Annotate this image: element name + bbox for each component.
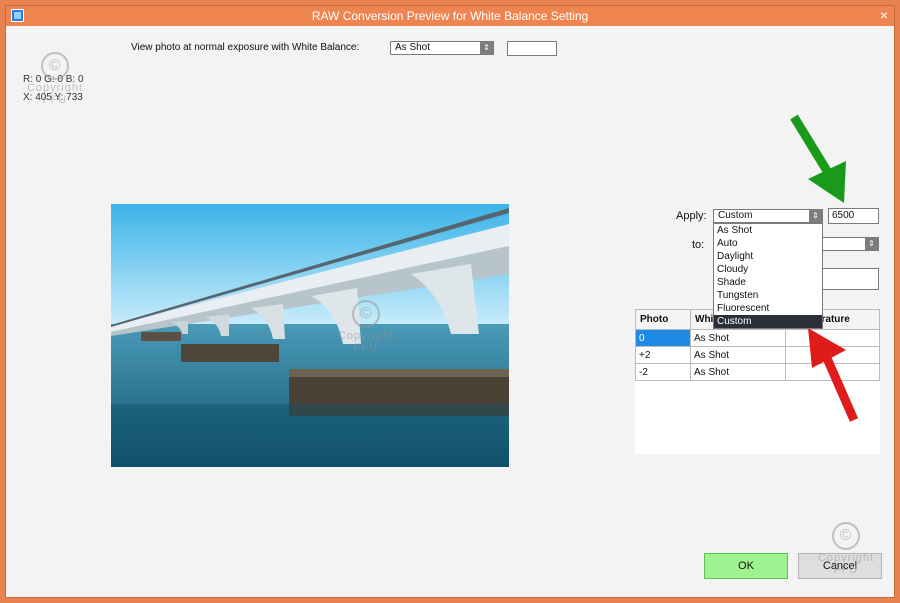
exposure-wb-value: As Shot [395,42,431,53]
copyright-icon: © [352,300,380,328]
watermark-line2: FFU [353,342,379,354]
exposure-temperature-field[interactable] [507,41,557,56]
close-icon[interactable]: × [880,7,888,23]
window-title: RAW Conversion Preview for White Balance… [311,9,589,23]
column-header[interactable]: Photo [635,309,691,330]
watermark-line2: FFU [833,564,859,576]
title-bar: RAW Conversion Preview for White Balance… [6,6,894,26]
table-cell[interactable]: +2 [635,346,691,364]
table-cell[interactable]: As Shot [690,329,786,347]
table-cell[interactable]: 0 [635,329,691,347]
bridge-photo-image [111,204,509,467]
to-label: to: [692,239,705,251]
dropdown-option[interactable]: Cloudy [714,263,822,276]
table-cell[interactable]: As Shot [690,346,786,364]
red-arrow-icon [808,328,859,422]
dropdown-option[interactable]: Tungsten [714,289,822,302]
copyright-icon: © [832,522,860,550]
dropdown-option[interactable]: Shade [714,276,822,289]
apply-wb-value: Custom [718,210,753,221]
watermark-line1: Copyright [337,330,395,342]
dropdown-option[interactable]: Auto [714,237,822,250]
chevron-down-icon[interactable]: ⇕ [865,238,878,250]
watermark-center: © Copyright FFU [326,300,406,354]
copyright-icon: © [41,52,69,80]
watermark: © Copyright FFU [20,52,90,106]
dropdown-option[interactable]: Daylight [714,250,822,263]
chevron-down-icon[interactable]: ⇕ [809,210,822,222]
table-cell[interactable]: -2 [635,363,691,381]
table-cell[interactable]: As Shot [690,363,786,381]
watermark-line1: Copyright [26,82,84,94]
apply-temperature-field[interactable]: 6500 [828,208,879,224]
apply-wb-dropdown: As Shot Auto Daylight Cloudy Shade Tungs… [713,223,823,329]
watermark-line1: Copyright [817,552,875,564]
apply-label: Apply: [676,210,707,222]
chevron-down-icon[interactable]: ⇕ [480,42,493,54]
apply-wb-select[interactable]: Custom ⇕ [713,209,823,223]
dropdown-option[interactable]: Fluorescent [714,302,822,315]
watermark-corner: © Copyright FFU [806,522,886,576]
exposure-wb-label: View photo at normal exposure with White… [131,42,360,53]
green-arrow-icon [790,114,846,203]
watermark-line2: FFU [42,94,68,106]
to-field[interactable] [818,268,879,290]
preview-photo [111,204,509,467]
dropdown-option[interactable]: As Shot [714,224,822,237]
dropdown-option-selected[interactable]: Custom [714,315,822,328]
exposure-wb-select[interactable]: As Shot ⇕ [390,41,494,55]
ok-button[interactable]: OK [704,553,788,579]
dialog-window: RAW Conversion Preview for White Balance… [5,5,895,598]
